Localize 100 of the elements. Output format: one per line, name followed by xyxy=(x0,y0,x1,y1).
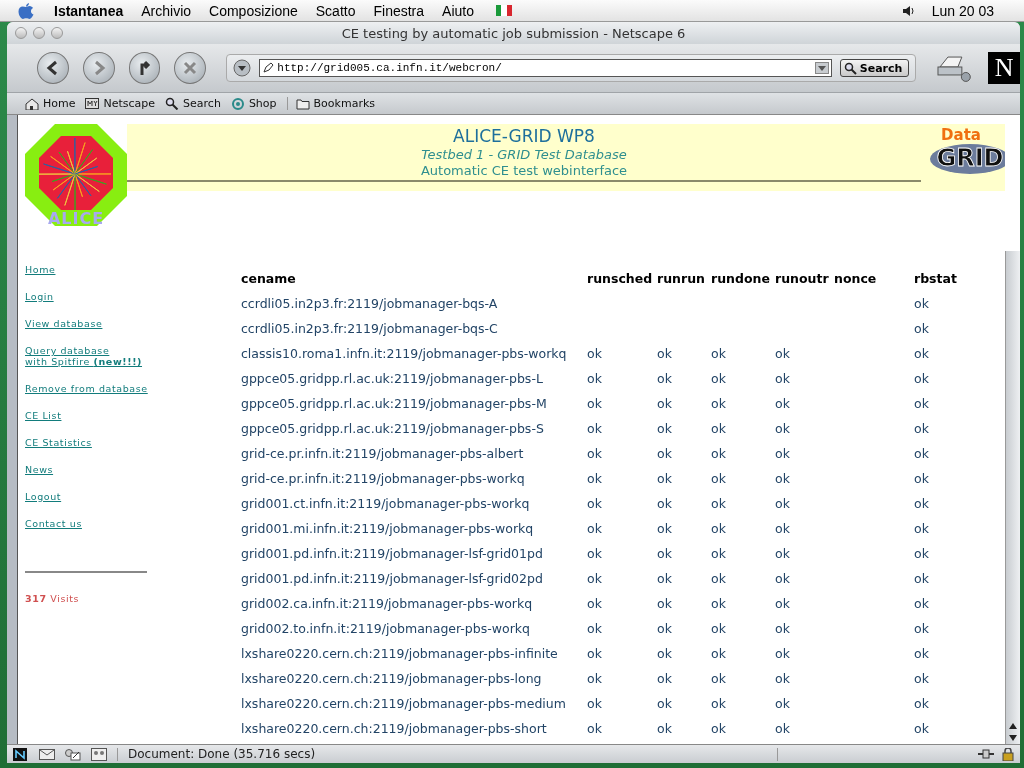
table-cell-text: ok xyxy=(775,621,791,638)
table-cell-text: ok xyxy=(657,671,673,688)
page-subtitle: Testbed 1 - GRID Test Database xyxy=(421,146,627,163)
table-cell-text: classis10.roma1.infn.it:2119/jobmanager-pbs-workq xyxy=(241,346,568,363)
compose-icon[interactable] xyxy=(65,747,81,761)
table-cell-text: ok xyxy=(914,496,930,513)
column-header: nonce xyxy=(834,271,878,288)
table-cell-text: ok xyxy=(711,496,727,513)
url-field[interactable]: http://grid005.ca.infn.it/webcron/ xyxy=(274,62,815,74)
stop-icon xyxy=(183,61,197,75)
table-cell-text: ok xyxy=(775,546,791,563)
nav-link[interactable]: Contact us xyxy=(25,518,241,529)
table-cell-text: ok xyxy=(711,346,727,363)
nav-link[interactable]: Remove from database xyxy=(25,383,241,394)
reload-arrow-icon xyxy=(140,60,150,77)
table-cell-text: ok xyxy=(657,396,673,413)
lock-icon[interactable] xyxy=(1000,747,1016,761)
table-cell-text: ok xyxy=(657,371,673,388)
stop-button[interactable] xyxy=(174,52,207,84)
table-cell-text: ok xyxy=(914,696,930,713)
nav-link[interactable]: Logout xyxy=(25,491,241,502)
apple-icon[interactable] xyxy=(18,1,34,20)
nav-link[interactable]: CE Statistics xyxy=(25,437,241,448)
search-button[interactable]: Search xyxy=(839,59,910,77)
table-cell-text: ok xyxy=(657,621,673,638)
page-title: ALICE-GRID WP8 xyxy=(453,126,595,146)
table-cell-text: ok xyxy=(914,546,930,563)
table-cell-text: ok xyxy=(914,721,930,738)
table-cell-text: ok xyxy=(657,421,673,438)
table-cell-text: ok xyxy=(657,521,673,538)
netscape-logo[interactable]: N xyxy=(988,52,1020,84)
nav-link[interactable]: CE List xyxy=(25,410,241,421)
toolbar-link[interactable]: Bookmarks xyxy=(313,97,375,110)
forward-button[interactable] xyxy=(82,52,115,84)
table-cell-text: ok xyxy=(914,371,930,388)
folder-icon xyxy=(295,97,310,110)
table-cell-text: ok xyxy=(775,496,791,513)
table-cell-text: ok xyxy=(711,421,727,438)
dropdown-icon[interactable] xyxy=(814,62,829,74)
table-cell-text: ok xyxy=(657,546,673,563)
table-cell-text: lxshare0220.cern.ch:2119/jobmanager-pbs-short xyxy=(241,721,548,738)
netscape-icon[interactable] xyxy=(13,747,29,761)
nav-link[interactable]: Query database with Spitfire (new!!!) xyxy=(25,345,241,367)
nav-link[interactable]: Home xyxy=(25,264,241,275)
dropdown-icon[interactable] xyxy=(233,59,252,77)
table-cell-text: ok xyxy=(711,546,727,563)
menu-item[interactable]: Archivio xyxy=(141,2,192,19)
nav-link[interactable]: View database xyxy=(25,318,241,329)
nav-link[interactable]: News xyxy=(25,464,241,475)
nav-link[interactable]: Login xyxy=(25,291,241,302)
table-cell-text: ok xyxy=(914,621,930,638)
table-cell-text: ok xyxy=(775,671,791,688)
table-cell-text: ok xyxy=(914,396,930,413)
menu-item[interactable]: Aiuto xyxy=(442,2,474,19)
menu-item[interactable]: Composizione xyxy=(209,2,298,19)
table-cell-text: gppce05.gridpp.rl.ac.uk:2119/jobmanager-pbs-L xyxy=(241,371,544,388)
search-icon xyxy=(165,97,180,110)
mail-icon[interactable] xyxy=(39,747,55,761)
menu-item[interactable]: Istantanea xyxy=(54,2,124,19)
printer-icon[interactable] xyxy=(936,53,973,83)
scroll-bar[interactable] xyxy=(1005,251,1020,744)
menu-item[interactable]: Scatto xyxy=(315,2,356,19)
table-cell-text: ok xyxy=(587,371,603,388)
table-cell-text: ok xyxy=(587,596,603,613)
pencil-icon xyxy=(262,62,275,74)
table-cell-text: ok xyxy=(914,671,930,688)
table-cell-text: ok xyxy=(914,421,930,438)
toolbar-link[interactable]: Search xyxy=(183,97,221,110)
visit-counter: 317 Visits xyxy=(25,593,81,604)
table-cell-text: ok xyxy=(711,596,727,613)
column-header: rundone xyxy=(711,271,771,288)
address-field[interactable]: http://grid005.ca.infn.it/webcron/ xyxy=(259,59,832,77)
back-button[interactable] xyxy=(37,52,69,84)
speaker-icon[interactable] xyxy=(901,3,916,18)
table-cell-text: lxshare0220.cern.ch:2119/jobmanager-pbs-infinite xyxy=(241,646,559,663)
table-cell-text: ok xyxy=(587,696,603,713)
table-cell-text: ok xyxy=(711,621,727,638)
table-cell-text: ok xyxy=(775,696,791,713)
table-cell-text: ok xyxy=(775,346,791,363)
menu-item[interactable]: Finestra xyxy=(373,2,425,19)
table-cell-text: ok xyxy=(775,396,791,413)
table-cell-text: gppce05.gridpp.rl.ac.uk:2119/jobmanager-pbs-S xyxy=(241,421,545,438)
table-cell-text: ok xyxy=(587,346,603,363)
toolbar-link[interactable]: Home xyxy=(43,97,76,110)
table-cell-text: ok xyxy=(657,596,673,613)
table-cell-text: ok xyxy=(711,371,727,388)
column-header: rbstat xyxy=(914,271,958,288)
table-cell-text: ok xyxy=(775,571,791,588)
table-cell-text: ccrdli05.in2p3.fr:2119/jobmanager-bqs-C xyxy=(241,321,499,338)
flag-icon[interactable] xyxy=(495,5,512,16)
address-book-icon[interactable] xyxy=(91,747,107,761)
toolbar-link[interactable]: Netscape xyxy=(103,97,156,110)
home-icon xyxy=(25,97,39,110)
table-cell-text: ok xyxy=(657,496,673,513)
reload-button[interactable] xyxy=(128,52,161,84)
toolbar-link[interactable]: Shop xyxy=(248,97,277,110)
sidebar-gutter[interactable] xyxy=(7,115,18,744)
connection-icon[interactable] xyxy=(978,747,994,761)
table-cell-text: ok xyxy=(711,571,727,588)
table-cell-text: ok xyxy=(711,396,727,413)
